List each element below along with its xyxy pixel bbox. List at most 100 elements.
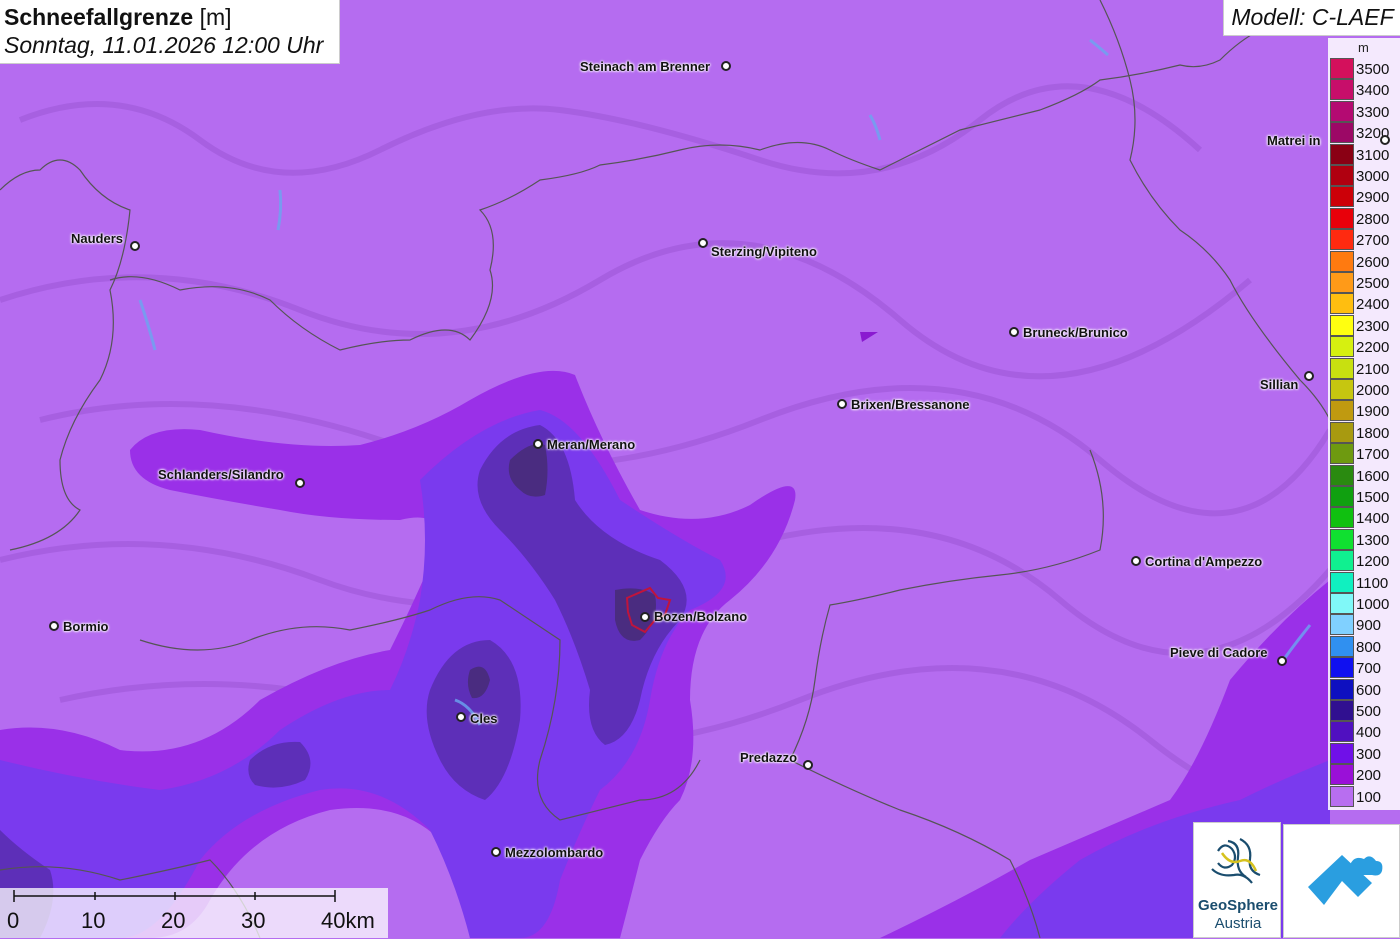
city-label[interactable]: Pieve di Cadore (1170, 645, 1268, 660)
city-marker[interactable] (456, 712, 466, 722)
legend-label: 600 (1356, 681, 1382, 699)
cloud-arrow-icon (1308, 855, 1383, 905)
city-marker[interactable] (1009, 327, 1019, 337)
city-label[interactable]: Sterzing/Vipiteno (711, 244, 817, 259)
legend-swatch (1330, 443, 1354, 465)
title-panel: Schneefallgrenze [m] Sonntag, 11.01.2026… (0, 0, 340, 64)
city-marker[interactable] (533, 439, 543, 449)
city-marker[interactable] (837, 399, 847, 409)
city-label[interactable]: Cortina d'Ampezzo (1145, 554, 1262, 569)
legend-label: 2100 (1356, 360, 1390, 378)
legend-swatch (1330, 700, 1354, 721)
legend-label: 1300 (1356, 531, 1390, 549)
city-marker[interactable] (1380, 135, 1390, 145)
legend-row: 1000 (1330, 593, 1396, 614)
city-label[interactable]: Sillian (1260, 377, 1298, 392)
legend-row: 3000 (1330, 165, 1396, 186)
legend-swatch (1330, 143, 1354, 165)
city-marker[interactable] (1131, 556, 1141, 566)
legend-label: 2000 (1356, 382, 1390, 399)
city-marker[interactable] (130, 241, 140, 251)
city-label[interactable]: Bozen/Bolzano (654, 609, 747, 624)
legend-label: 2500 (1356, 275, 1390, 292)
scale-bar: 0 10 20 30 40km (0, 888, 388, 938)
legend-swatch (1330, 379, 1354, 400)
legend-swatch (1330, 272, 1354, 293)
legend-label: 900 (1356, 617, 1382, 635)
legend-swatch (1330, 528, 1354, 550)
legend-swatch (1330, 186, 1354, 208)
legend-row: 700 (1330, 657, 1396, 679)
legend-row: 3400 (1330, 79, 1396, 101)
legend-swatch (1330, 764, 1354, 786)
legend-row: 2000 (1330, 379, 1396, 400)
legend-row: 2900 (1330, 186, 1396, 208)
legend-label: 1700 (1356, 446, 1390, 464)
legend-label: 700 (1356, 660, 1382, 678)
legend-label: 400 (1356, 724, 1382, 742)
color-legend: m 3500 3400 3300 3200 3100 3000 2900 2800 2700 26… (1328, 38, 1400, 810)
legend-label: 3400 (1356, 82, 1390, 100)
legend-row: 900 (1330, 614, 1396, 636)
legend-swatch (1330, 721, 1354, 743)
legend-label: 2700 (1356, 232, 1390, 250)
city-label[interactable]: Bruneck/Brunico (1023, 325, 1128, 340)
legend-row: 100 (1330, 785, 1396, 807)
app-logo[interactable] (1283, 824, 1400, 938)
legend-swatch (1330, 165, 1354, 186)
city-label[interactable]: Schlanders/Silandro (158, 467, 284, 482)
legend-swatch (1330, 400, 1354, 422)
legend-row: 1900 (1330, 400, 1396, 422)
legend-row: 800 (1330, 635, 1396, 657)
legend-swatch (1330, 635, 1354, 657)
legend-label: 100 (1356, 788, 1382, 806)
city-marker[interactable] (1277, 656, 1287, 666)
legend-swatch (1330, 614, 1354, 636)
legend-label: 1600 (1356, 467, 1390, 485)
legend-row: 1200 (1330, 550, 1396, 572)
city-label[interactable]: Brixen/Bressanone (851, 397, 970, 412)
legend-label: 2300 (1356, 317, 1390, 335)
legend-swatch (1330, 100, 1354, 122)
legend-row: 2300 (1330, 314, 1396, 336)
legend-label: 500 (1356, 703, 1382, 720)
legend-label: 3000 (1356, 168, 1390, 185)
legend-label: 1000 (1356, 596, 1390, 613)
geosphere-emblem-icon (1211, 838, 1261, 884)
city-label[interactable]: Nauders (71, 231, 123, 246)
city-label[interactable]: Meran/Merano (547, 437, 635, 452)
legend-label: 1800 (1356, 424, 1390, 442)
legend-swatch (1330, 336, 1354, 358)
scale-label: 0 (7, 908, 20, 933)
city-marker[interactable] (491, 847, 501, 857)
city-marker[interactable] (1304, 371, 1314, 381)
legend-row: 2800 (1330, 207, 1396, 229)
city-label[interactable]: Predazzo (740, 750, 797, 765)
city-label[interactable]: Bormio (63, 619, 109, 634)
city-marker[interactable] (295, 478, 305, 488)
legend-label: 800 (1356, 638, 1382, 656)
city-label[interactable]: Mezzolombardo (505, 845, 603, 860)
legend-swatch (1330, 464, 1354, 486)
city-marker[interactable] (49, 621, 59, 631)
map-date: Sonntag, 11.01.2026 12:00 Uhr (4, 32, 324, 58)
legend-label: 1100 (1356, 574, 1389, 592)
legend-row: 1600 (1330, 464, 1396, 486)
legend-row: 200 (1330, 764, 1396, 786)
legend-row: 2400 (1330, 293, 1396, 315)
legend-row: 1300 (1330, 528, 1396, 550)
legend-label: 1400 (1356, 510, 1390, 528)
city-label[interactable]: Steinach am Brenner (580, 59, 710, 74)
geosphere-logo[interactable]: GeoSphere Austria (1193, 822, 1281, 938)
city-marker[interactable] (721, 61, 731, 71)
city-marker[interactable] (698, 238, 708, 248)
city-marker[interactable] (640, 612, 650, 622)
legend-row: 500 (1330, 700, 1396, 721)
legend-label: 1500 (1356, 489, 1390, 506)
legend-swatch (1330, 250, 1354, 272)
city-label[interactable]: Cles (470, 711, 497, 726)
city-label[interactable]: Matrei in (1267, 133, 1320, 148)
city-marker[interactable] (803, 760, 813, 770)
legend-row: 300 (1330, 742, 1396, 764)
model-label: Modell: C-LAEF (1223, 0, 1400, 36)
